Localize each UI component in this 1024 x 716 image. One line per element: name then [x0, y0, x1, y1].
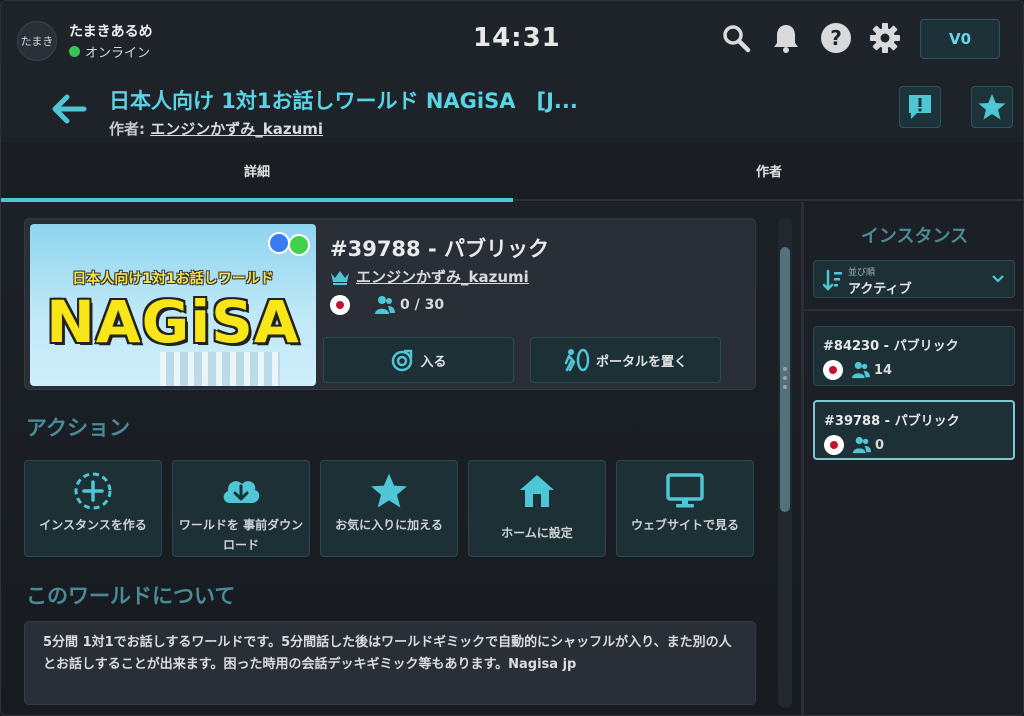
bubble-icon: [288, 234, 310, 256]
username: たまきあるめ: [69, 24, 153, 40]
world-description: 5分間 1対1でお話しするワールドです。5分間話した後はワールドギミックで自動的…: [24, 621, 756, 705]
world-author: 作者: エンジンかずみ_kazumi: [109, 118, 323, 139]
star-icon: [371, 473, 407, 508]
owner-name[interactable]: エンジンかずみ_kazumi: [356, 266, 529, 287]
online-status: オンライン: [69, 42, 150, 61]
portal-icon: [564, 348, 590, 372]
add-circle-dashed-icon: [74, 472, 112, 510]
view-website-button[interactable]: ウェブサイトで見る: [616, 460, 754, 557]
top-bar: たまき たまきあるめ オンライン 14:31 ? V0: [1, 1, 1023, 79]
side-separator: [804, 309, 1023, 311]
sort-label: 並び順: [848, 268, 876, 278]
back-button[interactable]: [49, 89, 89, 129]
drop-portal-button[interactable]: ポータルを置く: [530, 337, 721, 383]
avatar[interactable]: たまき: [17, 21, 57, 61]
report-icon: [909, 95, 931, 119]
sort-select[interactable]: 並び順 アクティブ: [813, 260, 1015, 298]
bell-icon[interactable]: [769, 21, 803, 55]
tab-track: [513, 199, 1023, 201]
tab-details[interactable]: 詳細: [1, 142, 513, 198]
instance-title: #39788 - パブリック: [330, 237, 549, 261]
join-portal-icon: [392, 349, 413, 372]
main-panel: 日本人向け1対1お話しワールド NAGiSA #39788 - パブリック エン…: [1, 202, 801, 715]
actions-heading: アクション: [26, 416, 130, 440]
japan-flag-icon: [823, 360, 843, 380]
search-icon[interactable]: [719, 21, 753, 55]
currency-button[interactable]: V0: [920, 19, 1000, 59]
author-prefix: 作者:: [109, 120, 151, 138]
instance-item-meta: 0: [824, 435, 884, 455]
online-dot-icon: [69, 46, 80, 57]
create-instance-button[interactable]: インスタンスを作る: [24, 460, 162, 557]
resize-handle-icon[interactable]: [783, 367, 787, 389]
favorite-button[interactable]: [971, 86, 1013, 128]
sort-value: アクティブ: [848, 282, 912, 297]
set-home-button[interactable]: ホームに設定: [468, 460, 606, 557]
svg-text:?: ?: [830, 26, 842, 50]
users-icon: [375, 296, 395, 314]
occupancy: 0 / 30: [400, 297, 445, 313]
instance-item-title: #39788 - パブリック: [824, 414, 960, 429]
instance-item-meta: 14: [823, 360, 892, 380]
join-label: 入る: [420, 354, 447, 370]
instances-panel: インスタンス 並び順 アクティブ #84230 - パブリック 14 #3978…: [804, 202, 1023, 715]
tab-author[interactable]: 作者: [513, 142, 1023, 198]
star-icon: [978, 94, 1006, 120]
add-favorite-button[interactable]: お気に入りに加える: [320, 460, 458, 557]
japan-flag-icon: [330, 295, 350, 315]
instance-card: 日本人向け1対1お話しワールド NAGiSA #39788 - パブリック エン…: [24, 218, 756, 390]
instances-heading: インスタンス: [860, 226, 969, 247]
japan-flag-icon: [824, 435, 844, 455]
crown-icon: [331, 270, 349, 285]
clock: 14:31: [473, 23, 561, 53]
sort-icon: [823, 269, 842, 291]
action-label: お気に入りに加える: [335, 518, 443, 532]
instance-list-item[interactable]: #84230 - パブリック 14: [813, 326, 1015, 386]
tab-bar: 詳細 作者: [1, 142, 1023, 202]
join-button[interactable]: 入る: [323, 337, 514, 383]
status-text: オンライン: [85, 46, 151, 61]
home-icon: [520, 475, 554, 507]
predownload-button[interactable]: ワールドを 事前ダウンロード: [172, 460, 310, 557]
about-heading: このワールドについて: [26, 584, 236, 608]
author-link[interactable]: エンジンかずみ_kazumi: [150, 120, 323, 138]
instance-item-count: 14: [874, 362, 893, 378]
bubble-icon: [268, 232, 290, 254]
users-icon: [852, 361, 870, 379]
action-label: ホームに設定: [501, 526, 573, 540]
report-button[interactable]: [899, 86, 941, 128]
help-icon[interactable]: ?: [819, 21, 853, 55]
app-window: たまき たまきあるめ オンライン 14:31 ? V0 日本人向け 1対1お話し…: [0, 0, 1024, 716]
monitor-icon: [666, 473, 704, 508]
users-icon: [853, 436, 871, 454]
back-arrow-icon: [52, 94, 87, 124]
action-label: インスタンスを作る: [39, 518, 147, 532]
gear-icon[interactable]: [868, 21, 902, 55]
railing-decoration: [160, 352, 280, 386]
instance-meta: 0 / 30: [330, 295, 444, 315]
instance-item-title: #84230 - パブリック: [823, 339, 959, 354]
thumbnail-logo: NAGiSA: [46, 288, 300, 356]
instance-item-count: 0: [875, 437, 885, 453]
action-label: ウェブサイトで見る: [630, 518, 739, 532]
portal-label: ポータルを置く: [595, 354, 687, 370]
thumbnail-subtitle: 日本人向け1対1お話しワールド: [72, 271, 274, 287]
instance-owner[interactable]: エンジンかずみ_kazumi: [330, 266, 529, 287]
world-title: 日本人向け 1対1お話しワールド NAGiSA [J...: [109, 89, 578, 113]
world-thumbnail[interactable]: 日本人向け1対1お話しワールド NAGiSA: [30, 224, 316, 386]
cloud-download-icon: [223, 481, 260, 503]
action-label: ワールドを 事前ダウンロード: [178, 518, 304, 552]
instance-list-item-selected[interactable]: #39788 - パブリック 0: [813, 400, 1015, 460]
chevron-down-icon: [992, 275, 1004, 283]
